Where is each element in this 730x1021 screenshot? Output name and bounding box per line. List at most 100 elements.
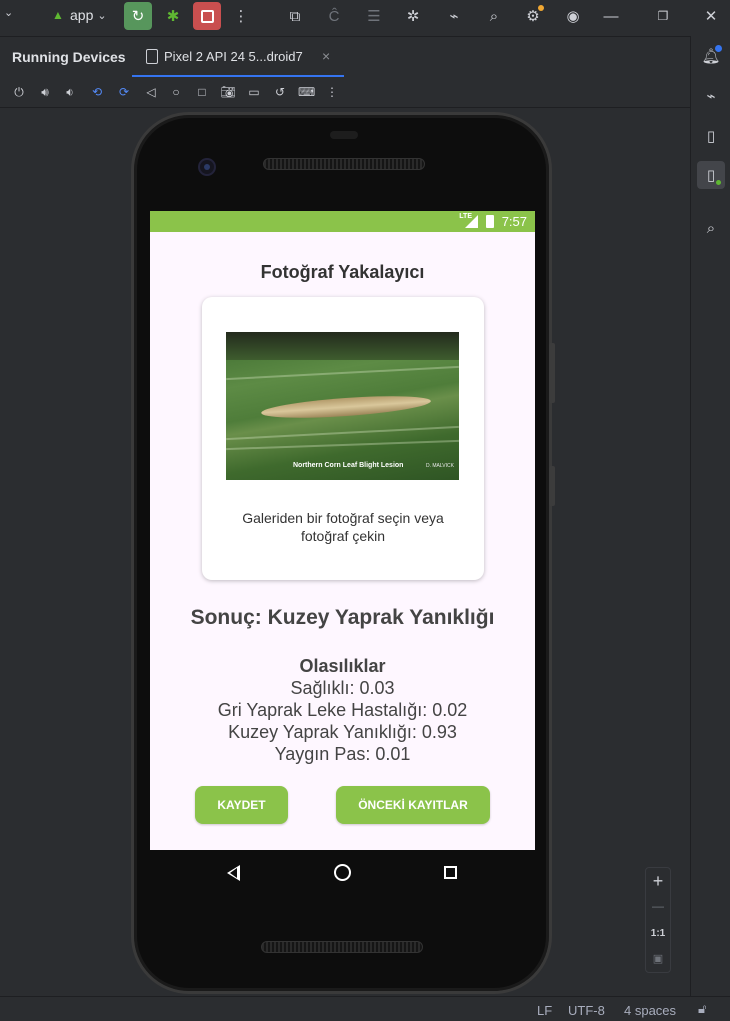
keyboard-icon[interactable]: ⌨ <box>298 84 315 100</box>
proximity-sensor <box>330 131 358 139</box>
running-indicator <box>716 180 721 185</box>
indent-indicator[interactable]: 4 spaces <box>624 1003 676 1018</box>
overview-icon[interactable]: □ <box>194 84 210 100</box>
restore-icon: ❐ <box>657 9 669 23</box>
search-icon: ⌕ <box>489 7 499 25</box>
device-icon <box>146 49 158 64</box>
encoding-indicator[interactable]: UTF-8 <box>568 1003 605 1018</box>
android-status-bar: LTE 7:57 <box>150 211 535 232</box>
nav-home-icon[interactable] <box>334 864 351 881</box>
close-tab-icon[interactable]: × <box>322 48 330 64</box>
save-button[interactable]: KAYDET <box>195 786 288 824</box>
right-tool-sidebar: 🔔︎ ⌁ ▯ ▯ ⌕ <box>690 36 730 996</box>
restart-icon: ↻ <box>131 8 145 25</box>
nav-back-icon[interactable] <box>227 865 240 881</box>
android-icon: ▲ <box>52 8 64 22</box>
screenshot-icon[interactable]: 📷︎ <box>220 84 236 100</box>
rotate-right-icon[interactable]: ⟳ <box>116 84 132 100</box>
tool-window-header: Running Devices Pixel 2 API 24 5...droid… <box>0 36 690 77</box>
fit-screen-icon[interactable]: ▣ <box>646 952 670 965</box>
tab-device[interactable]: Pixel 2 API 24 5...droid7 × <box>132 37 344 77</box>
user-icon: ◉ <box>566 8 580 25</box>
power-key <box>549 466 555 506</box>
settings-button[interactable]: ⚙ <box>519 2 547 30</box>
volume-up-icon[interactable]: 🔊︎ <box>37 84 53 100</box>
rotate-left-icon[interactable]: ⟲ <box>89 84 105 100</box>
bottom-speaker <box>261 941 423 953</box>
android-nav-bar <box>150 850 535 896</box>
format-button[interactable]: ☰ <box>360 2 388 30</box>
nav-recents-icon[interactable] <box>444 866 457 879</box>
close-window-button[interactable]: ✕ <box>697 2 725 30</box>
snapshot-icon[interactable]: ↺ <box>272 84 288 100</box>
earpiece-speaker <box>263 158 425 170</box>
notifications-button[interactable]: 🔔︎ <box>697 42 725 70</box>
bug-outline-icon: ✲ <box>406 8 420 25</box>
minimize-button[interactable]: — <box>597 2 625 30</box>
screen-record-icon[interactable]: ▭ <box>246 84 262 100</box>
close-icon: ✕ <box>704 8 718 25</box>
lock-icon[interactable]: 🔓︎ <box>698 1001 706 1017</box>
more-actions-button[interactable]: ⋮ <box>227 2 255 30</box>
signal-icon <box>465 215 478 228</box>
back-icon[interactable]: ◁ <box>143 84 159 100</box>
device-explorer-button[interactable]: ▯ <box>697 122 725 150</box>
line-ending-indicator[interactable]: LF <box>537 1003 552 1018</box>
search-button[interactable]: ⌕ <box>480 2 508 30</box>
front-camera <box>198 158 216 176</box>
attach-debugger-button[interactable]: ✲ <box>399 2 427 30</box>
zoom-controls: + — 1:1 ▣ <box>645 867 671 973</box>
app-content: Fotoğraf Yakalayıcı Northern Corn Leaf B… <box>150 232 535 850</box>
battery-icon <box>486 215 494 228</box>
running-devices-title: Running Devices <box>12 49 126 65</box>
chevron-down-icon[interactable]: ⌄ <box>4 6 20 22</box>
power-icon[interactable]: ⏻ <box>11 84 27 100</box>
home-icon[interactable]: ○ <box>168 84 184 100</box>
apply-changes-restart-button[interactable]: ↻ <box>124 2 152 30</box>
probability-item: Kuzey Yaprak Yanıklığı: 0.93 <box>228 722 457 742</box>
volume-rocker <box>549 343 555 403</box>
account-button[interactable]: ◉ <box>559 2 587 30</box>
leaf-photo[interactable]: Northern Corn Leaf Blight Lesion D. MALV… <box>226 332 459 480</box>
more-vertical-icon: ⋮ <box>233 8 249 25</box>
photo-card[interactable]: Northern Corn Leaf Blight Lesion D. MALV… <box>202 297 484 580</box>
apply-changes-icon: ⧉ <box>289 7 301 25</box>
clock: 7:57 <box>501 214 527 229</box>
probability-item: Sağlıklı: 0.03 <box>290 678 395 698</box>
device-manager-button[interactable]: ⌁ <box>440 2 468 30</box>
translate-button[interactable]: Ĉ <box>320 2 348 30</box>
more-vertical-icon[interactable]: ⋮ <box>324 84 340 100</box>
debug-button[interactable]: ✱ <box>159 2 187 30</box>
device-manager-tool-button[interactable]: ⌁ <box>697 82 725 110</box>
notification-dot <box>715 45 722 52</box>
card-instruction: Galeriden bir fotoğraf seçin veya fotoğr… <box>242 510 444 544</box>
actual-size-button[interactable]: 1:1 <box>646 928 670 939</box>
volume-down-icon[interactable]: 🔉︎ <box>62 84 78 100</box>
device-manager-icon: ⌁ <box>706 88 716 105</box>
photo-caption: Northern Corn Leaf Blight Lesion <box>293 462 404 469</box>
ide-status-bar: LF UTF-8 4 spaces 🔓︎ <box>0 996 730 1021</box>
device-manager-icon: ⌁ <box>449 8 459 25</box>
tab-device-label: Pixel 2 API 24 5...droid7 <box>164 49 303 64</box>
list-icon: ☰ <box>367 8 381 25</box>
apply-code-changes-button[interactable]: ⧉ <box>281 2 309 30</box>
photo-credit: D. MALVICK <box>426 463 454 469</box>
running-devices-tool-button[interactable]: ▯ <box>697 161 725 189</box>
lesion-spot <box>260 392 432 422</box>
running-device-icon: ▯ <box>706 167 716 184</box>
minimize-icon: — <box>603 7 619 25</box>
probability-item: Gri Yaprak Leke Hastalığı: 0.02 <box>217 700 468 720</box>
result-heading: Sonuç: Kuzey Yaprak Yanıklığı <box>190 606 495 629</box>
restore-button[interactable]: ❐ <box>649 2 677 30</box>
device-screen[interactable]: LTE 7:57 Fotoğraf Yakalayıcı Northern Co… <box>150 211 535 850</box>
probability-item: Yaygın Pas: 0.01 <box>274 744 411 764</box>
stop-button[interactable] <box>193 2 221 30</box>
app-inspection-button[interactable]: ⌕ <box>697 214 725 242</box>
run-config-label: app <box>70 7 94 23</box>
chevron-down-icon: ⌄ <box>97 9 107 22</box>
main-toolbar: ⌄ ▲ app ⌄ ↻ ✱ ⋮ ⧉ Ĉ ☰ ✲ ⌁ ⌕ ⚙ ◉ — ❐ ✕ <box>0 0 730 32</box>
zoom-in-button[interactable]: + <box>646 871 670 892</box>
zoom-out-button[interactable]: — <box>646 899 670 913</box>
history-button[interactable]: ÖNCEKİ KAYITLAR <box>336 786 490 824</box>
run-config-selector[interactable]: ▲ app ⌄ <box>52 5 107 25</box>
